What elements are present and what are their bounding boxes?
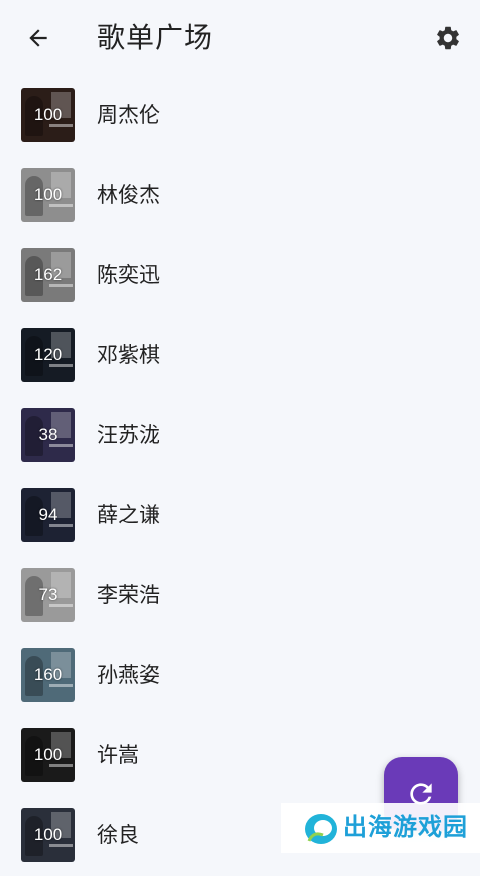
playlist-cover: 162 xyxy=(21,248,75,302)
watermark-logo-icon xyxy=(305,814,337,844)
back-button[interactable] xyxy=(22,22,54,54)
settings-button[interactable] xyxy=(432,22,464,54)
list-item[interactable]: 100 周杰伦 xyxy=(0,76,480,156)
app-bar: 歌单广场 xyxy=(0,0,480,76)
play-count: 100 xyxy=(33,745,63,764)
playlist-name: 周杰伦 xyxy=(97,104,160,127)
playlist-name: 孙燕姿 xyxy=(97,664,160,687)
playlist-name: 陈奕迅 xyxy=(97,264,160,287)
playlist-name: 徐良 xyxy=(97,824,139,847)
arrow-back-icon xyxy=(29,29,47,47)
play-count: 120 xyxy=(33,345,63,364)
watermark: 出海游戏园 xyxy=(281,803,480,853)
list-item[interactable]: 120 邓紫棋 xyxy=(0,316,480,396)
playlist-name: 汪苏泷 xyxy=(97,424,160,447)
play-count: 100 xyxy=(33,825,63,844)
playlist-cover: 100 xyxy=(21,728,75,782)
playlist-cover: 100 xyxy=(21,168,75,222)
gear-icon xyxy=(437,26,459,50)
list-item[interactable]: 94 薛之谦 xyxy=(0,476,480,556)
play-count: 73 xyxy=(38,585,58,604)
playlist-name: 薛之谦 xyxy=(97,504,160,527)
playlist-cover: 94 xyxy=(21,488,75,542)
list-item[interactable]: 162 陈奕迅 xyxy=(0,236,480,316)
playlist-cover: 73 xyxy=(21,568,75,622)
watermark-text: 出海游戏园 xyxy=(343,814,468,841)
playlist-list: 100 周杰伦 100 林俊杰 162 陈奕迅 120 邓紫棋 38 汪苏泷 9… xyxy=(0,76,480,876)
list-item[interactable]: 100 林俊杰 xyxy=(0,156,480,236)
playlist-cover: 100 xyxy=(21,808,75,862)
list-item[interactable]: 38 汪苏泷 xyxy=(0,396,480,476)
play-count: 38 xyxy=(38,425,58,444)
list-item[interactable]: 160 孙燕姿 xyxy=(0,636,480,716)
playlist-cover: 120 xyxy=(21,328,75,382)
list-item[interactable]: 73 李荣浩 xyxy=(0,556,480,636)
playlist-name: 许嵩 xyxy=(97,744,139,767)
play-count: 162 xyxy=(33,265,63,284)
play-count: 160 xyxy=(33,665,63,684)
play-count: 100 xyxy=(33,105,63,124)
playlist-cover: 38 xyxy=(21,408,75,462)
play-count: 94 xyxy=(38,505,58,524)
play-count: 100 xyxy=(33,185,63,204)
playlist-cover: 160 xyxy=(21,648,75,702)
playlist-name: 邓紫棋 xyxy=(97,344,160,367)
playlist-cover: 100 xyxy=(21,88,75,142)
page-title: 歌单广场 xyxy=(97,22,214,53)
playlist-name: 林俊杰 xyxy=(97,184,160,207)
playlist-name: 李荣浩 xyxy=(97,584,160,607)
